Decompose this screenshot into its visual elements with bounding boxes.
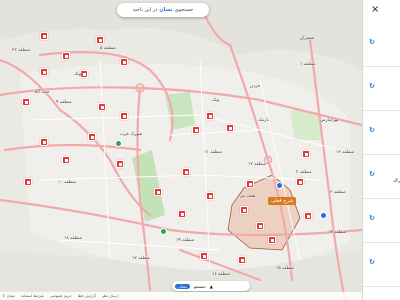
attribution-item[interactable]: شرایط استفاده [21,294,44,298]
refresh-icon: ↻ [369,82,375,90]
poi-marker[interactable] [226,124,234,132]
attribution-bar: © نشان شرایط استفاده حریم خصوصی گزارش خط… [0,292,362,300]
attribution-item[interactable]: حریم خصوصی [50,294,72,298]
map-label: شهرک غرب [120,132,143,137]
poi-marker[interactable] [178,210,186,218]
map-label: نارمک [258,118,269,123]
refresh-icon: ↻ [369,258,375,266]
transit-marker[interactable] [320,212,327,219]
map-label: هفت تیر [240,194,256,199]
poi-marker[interactable] [206,112,214,120]
map-label: شمیران [300,36,315,41]
controls-text[interactable]: جستجو [194,284,206,289]
poi-marker[interactable] [40,32,48,40]
search-suffix: در این ناحیه [132,7,158,13]
poi-marker[interactable] [246,180,254,188]
refresh-icon: ↻ [369,126,375,134]
map-label: منطقه ۵ [100,46,116,51]
attribution-item: © نشان [2,294,15,298]
park-marker[interactable] [160,228,167,235]
panel-row[interactable]: ↻ [363,198,400,243]
map-label: منطقه ۱۱ [204,150,222,155]
poi-marker[interactable] [302,150,310,158]
map-search-box[interactable]: جستجوی نشان در این ناحیه [117,3,209,17]
map-label: تهرانپارس [320,118,339,123]
attribution-item[interactable]: ارسال نظر [102,294,119,298]
panel-row[interactable]: ↻ [363,22,400,67]
poi-marker[interactable] [182,168,190,176]
poi-marker[interactable] [200,252,208,260]
panel-row[interactable]: ↻ [363,242,400,287]
map-label: منطقه ۱۳ [336,150,354,155]
poi-marker[interactable] [98,103,106,111]
search-brand: نشان [159,7,173,13]
poi-marker[interactable] [62,52,70,60]
poi-marker[interactable] [24,178,32,186]
map-label: منطقه ۱ [300,62,316,67]
attribution-item[interactable]: گزارش خطا [78,294,96,298]
map-label: منطقه ۱۷ [132,256,150,261]
map-label: جنت آباد [34,90,50,95]
refresh-icon: ↻ [369,214,375,222]
panel-row[interactable]: ↻ [363,110,400,155]
poi-marker[interactable] [206,192,214,200]
panel-row[interactable]: ↻ [363,66,400,111]
map-label: منطقه ۱۲ [248,162,266,167]
poi-marker[interactable] [96,36,104,44]
map-label: منطقه ۱۶ [212,272,230,277]
poi-marker[interactable] [304,212,312,220]
poi-marker[interactable] [268,236,276,244]
poi-marker[interactable] [22,98,30,106]
poi-marker[interactable] [154,188,162,196]
navigate-icon[interactable]: ▲ [210,284,213,289]
panel-row-text: ری [393,176,400,183]
map-label: منطقه ۱۹ [176,238,194,243]
map-controls[interactable]: نشان جستجو ▲ [172,281,250,291]
map-label: جردن [250,84,261,89]
poi-marker[interactable] [120,112,128,120]
map-label: منطقه ۹ [56,100,72,105]
park-marker[interactable] [115,140,122,147]
map-label: منطقه ۱۸ [64,236,82,241]
poi-marker[interactable] [88,133,96,141]
refresh-icon: ↻ [369,170,375,178]
poi-marker[interactable] [62,156,70,164]
map-label: منطقه ۱۵ [276,266,294,271]
map-label: منطقه ۳ [330,190,346,195]
map-label: منطقه ۱۴ [328,230,346,235]
panel-row[interactable]: ↻ ری [363,154,400,199]
map-label: منطقه ۲۲ [12,48,30,53]
map-label: منطقه ۱۰ [58,180,76,185]
poi-marker[interactable] [120,58,128,66]
poi-marker[interactable] [240,206,248,214]
poi-marker[interactable] [238,256,246,264]
search-label: جستجوی [174,7,194,13]
map-label: منطقه ۲ [296,170,312,175]
selected-place-label[interactable]: شرح فعلی [268,197,297,205]
brand-pill[interactable]: نشان [175,283,190,289]
refresh-icon: ↻ [369,38,375,46]
poi-marker[interactable] [116,160,124,168]
poi-marker[interactable] [296,178,304,186]
poi-marker[interactable] [40,68,48,76]
poi-marker[interactable] [40,138,48,146]
side-panel: × ↻ ↻ ↻ ↻ ری ↻ ↻ [362,0,400,300]
map-label: پونک [74,72,83,77]
poi-marker[interactable] [256,222,264,230]
map-label: ونک [212,98,220,103]
close-icon[interactable]: × [371,4,379,15]
poi-marker[interactable] [192,126,200,134]
transit-marker[interactable] [276,182,283,189]
map-canvas[interactable]: جستجوی نشان در این ناحیه شرح فعلی منطقه … [0,0,362,300]
